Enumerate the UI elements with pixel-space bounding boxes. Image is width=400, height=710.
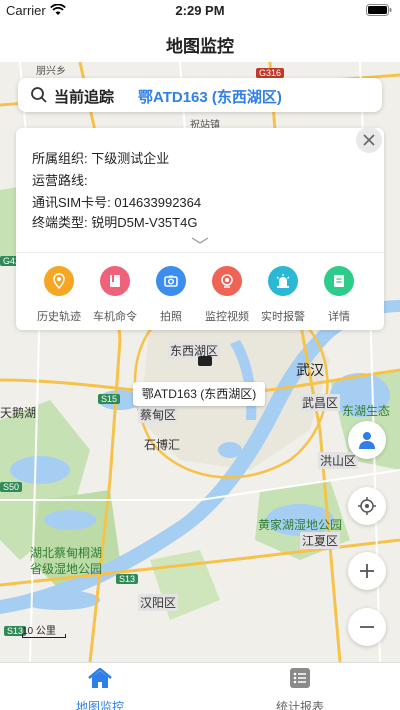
close-icon[interactable]: [356, 127, 382, 153]
vehicle-popup[interactable]: 鄂ATD163 (东西湖区): [133, 382, 265, 406]
map-label-hanyang: 汉阳区: [138, 594, 179, 611]
alarm-icon: [268, 266, 298, 296]
user-location-button[interactable]: [348, 421, 386, 459]
tab-label-report: 统计报表: [275, 700, 324, 710]
action-realtime-alarm[interactable]: 实时报警: [255, 266, 311, 324]
card-divider: [16, 252, 384, 253]
video-icon: [212, 266, 242, 296]
map-label-shibohui: 石博汇: [144, 438, 181, 452]
road-shield-s15: S15: [98, 394, 121, 404]
search-icon: [31, 87, 47, 103]
map-label-caidian: 蔡甸区: [138, 406, 179, 423]
map-label-wuchang: 武昌区: [300, 394, 341, 411]
action-label: 车机命令: [93, 311, 137, 323]
document-icon: [324, 266, 354, 296]
tab-label-map: 地图监控: [75, 700, 124, 710]
info-row-sim: 通讯SIM卡号: 014633992364: [32, 192, 201, 211]
map-label-jiangxia: 江夏区: [300, 532, 341, 549]
minus-icon: [360, 626, 374, 628]
locate-button[interactable]: [348, 487, 386, 525]
status-bar: Carrier 2:29 PM: [0, 0, 400, 22]
tab-statistics-report[interactable]: 统计报表: [200, 667, 400, 710]
action-label: 实时报警: [261, 311, 305, 323]
action-history-track[interactable]: 历史轨迹: [31, 266, 87, 324]
sim-label: 通讯SIM卡号:: [32, 195, 111, 210]
tracking-vehicle: 鄂ATD163 (东西湖区): [138, 89, 282, 106]
zoom-in-button[interactable]: [348, 552, 386, 590]
tab-bar: 地图监控 统计报表: [0, 662, 400, 710]
map-label-tianehu: 天鹅湖: [0, 406, 37, 420]
map-label-dongxihu: 东西湖区: [168, 342, 221, 359]
organization-label: 所属组织:: [32, 151, 88, 166]
action-details[interactable]: 详情: [311, 266, 367, 324]
route-label: 运营路线:: [32, 173, 88, 188]
tracking-label: 当前追踪: [54, 89, 115, 106]
vehicle-info-card: 所属组织: 下级测试企业 运营路线: 通讯SIM卡号: 014633992364…: [16, 127, 384, 330]
action-vehicle-command[interactable]: 车机命令: [87, 266, 143, 324]
plus-icon: [360, 564, 374, 578]
status-time: 2:29 PM: [175, 3, 225, 18]
zoom-out-button[interactable]: [348, 608, 386, 646]
map-label-donghu: 东湖生态: [342, 404, 391, 418]
action-monitor-video[interactable]: 监控视频: [199, 266, 255, 324]
page-title: 地图监控: [166, 37, 234, 56]
camera-icon: [156, 266, 186, 296]
tab-map-monitor[interactable]: 地图监控: [0, 667, 200, 710]
action-label: 详情: [328, 311, 350, 323]
action-label: 监控视频: [205, 311, 249, 323]
action-take-photo[interactable]: 拍照: [143, 266, 199, 324]
map-label-hongshan: 洪山区: [318, 452, 359, 469]
home-icon: [88, 667, 112, 688]
terminal-value: 锐明D5M-V35T4G: [91, 215, 198, 230]
battery-icon: [366, 4, 392, 16]
info-row-terminal: 终端类型: 锐明D5M-V35T4G: [32, 212, 197, 231]
info-row-route: 运营路线:: [32, 170, 88, 189]
road-shield-g316: G316: [256, 68, 285, 78]
map-label-wuhan: 武汉: [296, 362, 324, 378]
map-label-huangjiahu: 黄家湖湿地公园: [258, 518, 343, 532]
location-pin-icon: [44, 266, 74, 296]
map-label-caidian-park: 湖北蔡甸桐湖: [30, 546, 103, 560]
map-scale-bar: [22, 634, 66, 638]
info-row-organization: 所属组织: 下级测试企业: [32, 148, 169, 167]
action-label: 历史轨迹: [37, 311, 81, 323]
person-icon: [359, 432, 375, 449]
map-label-pengxing: 朋兴乡: [36, 66, 66, 77]
action-label: 拍照: [160, 311, 182, 323]
tracking-search-bar[interactable]: 当前追踪 鄂ATD163 (东西湖区): [18, 78, 382, 112]
terminal-label: 终端类型:: [32, 215, 88, 230]
navigation-bar: 地图监控: [0, 22, 400, 62]
road-shield-s13: S13: [116, 574, 139, 584]
sim-value: 014633992364: [114, 195, 202, 210]
vehicle-marker[interactable]: [198, 356, 212, 366]
report-icon: [290, 668, 310, 688]
book-icon: [100, 266, 130, 296]
organization-value: 下级测试企业: [91, 151, 170, 166]
target-icon: [358, 497, 376, 515]
chevron-down-icon[interactable]: [190, 236, 210, 246]
road-shield-s50: S50: [0, 482, 23, 492]
map-label-caidian-park-2: 省级湿地公园: [30, 562, 103, 576]
